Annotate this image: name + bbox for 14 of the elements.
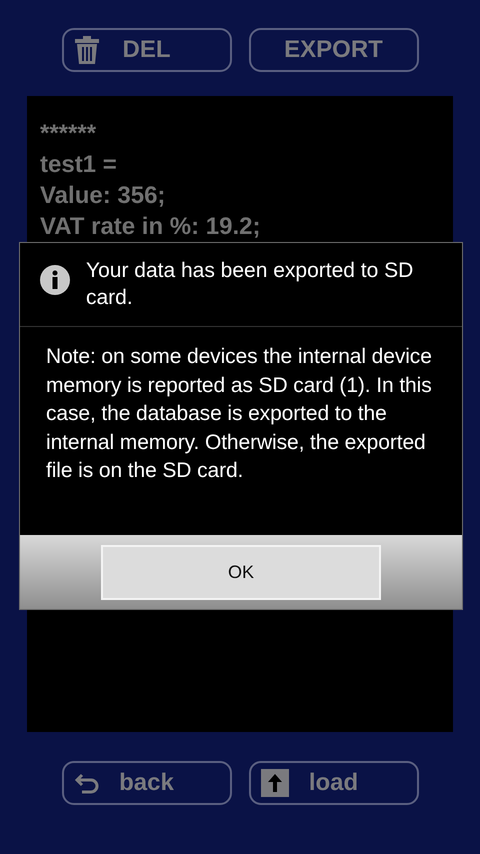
ok-button[interactable]: OK xyxy=(101,544,381,600)
info-icon xyxy=(40,265,70,295)
record-line: ****** xyxy=(40,119,98,149)
return-arrow-icon xyxy=(74,772,102,794)
load-button[interactable]: load xyxy=(248,761,418,805)
export-button[interactable]: EXPORT xyxy=(248,28,418,72)
dialog-title: Your data has been exported to SD card. xyxy=(86,258,414,311)
record-line: VAT rate in %: 19.2; xyxy=(40,212,262,242)
back-button[interactable]: back xyxy=(62,761,232,805)
dialog-message: Note: on some devices the internal device memory is reported as SD card (1). In this case, the database is exported to the internal memory. Otherwise, the exported file is on the SD card. xyxy=(45,344,433,484)
record-line: test1 = xyxy=(40,150,118,180)
trash-icon xyxy=(74,35,100,65)
record-line: Value: 356; xyxy=(40,181,166,211)
delete-button[interactable]: DEL xyxy=(62,28,232,72)
